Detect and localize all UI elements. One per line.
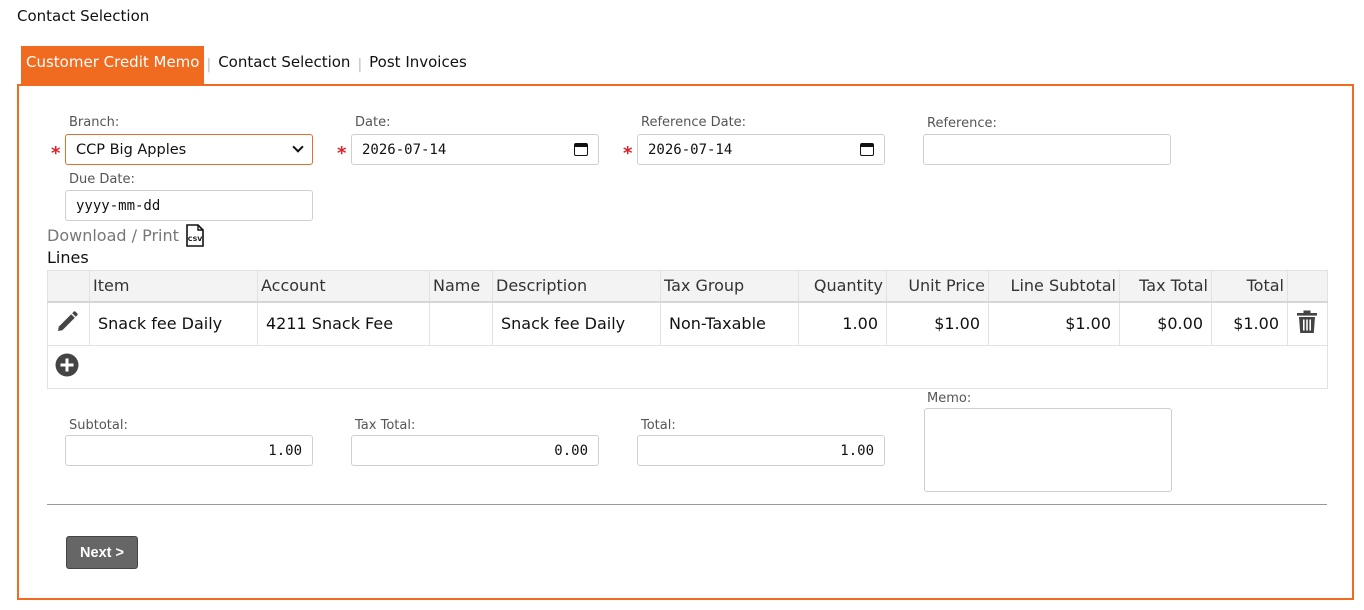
total-field[interactable]: 1.00 [637,435,885,466]
download-print-label: Download / Print [47,226,179,245]
tab-separator: | [206,56,212,73]
memo-label: Memo: [927,391,972,406]
column-header-total[interactable]: Total [1211,270,1288,303]
lines-heading: Lines [47,248,89,267]
pencil-icon[interactable] [55,310,79,334]
add-circle-icon[interactable] [55,353,79,377]
calendar-icon[interactable] [574,143,588,156]
column-header-tax-total[interactable]: Tax Total [1119,270,1212,303]
cell-tax-group: Non-Taxable [660,301,799,346]
required-marker: * [337,143,347,164]
calendar-icon[interactable] [860,143,874,156]
column-header-name[interactable]: Name [429,270,493,303]
trash-icon[interactable] [1296,310,1318,334]
cell-description: Snack fee Daily [492,301,661,346]
csv-file-icon[interactable]: CSV [185,224,205,247]
branch-select-value: CCP Big Apples [76,141,187,158]
lines-table: Item Account Name Description Tax Group … [47,270,1328,389]
column-header-description[interactable]: Description [492,270,661,303]
tab-contact-selection[interactable]: Contact Selection [213,46,355,84]
column-header-edit [47,270,90,303]
reference-date-input[interactable]: 2026-07-14 [637,134,885,165]
reference-date-label: Reference Date: [641,115,747,130]
tab-bar: Customer Credit Memo | Contact Selection… [21,46,472,84]
date-label: Date: [355,115,391,130]
subtotal-field[interactable]: 1.00 [65,435,313,466]
total-label: Total: [641,418,676,433]
tab-separator: | [357,56,363,73]
cell-account: 4211 Snack Fee [257,301,430,346]
add-line-row [47,345,1328,389]
table-row: Snack fee Daily 4211 Snack Fee Snack fee… [47,301,1328,346]
cell-name [429,301,493,346]
reference-date-input-value: 2026-07-14 [648,141,733,158]
subtotal-label: Subtotal: [69,418,128,433]
cell-item: Snack fee Daily [89,301,258,346]
chevron-down-icon [292,141,304,153]
reference-label: Reference: [927,116,997,131]
next-button[interactable]: Next > [66,536,138,569]
column-header-account[interactable]: Account [257,270,430,303]
tab-customer-credit-memo[interactable]: Customer Credit Memo [21,46,205,84]
cell-total: $1.00 [1211,301,1288,346]
column-header-tax-group[interactable]: Tax Group [660,270,799,303]
due-date-label: Due Date: [69,172,135,187]
column-header-delete [1287,270,1328,303]
tab-post-invoices[interactable]: Post Invoices [364,46,472,84]
branch-label: Branch: [69,115,120,130]
column-header-quantity[interactable]: Quantity [798,270,887,303]
download-print-link[interactable]: Download / Print CSV [47,224,205,247]
date-input[interactable]: 2026-07-14 [351,134,599,165]
edit-cell [47,301,90,346]
column-header-unit-price[interactable]: Unit Price [886,270,989,303]
branch-select[interactable]: CCP Big Apples [65,134,313,165]
add-line-cell [47,345,1328,389]
column-header-line-subtotal[interactable]: Line Subtotal [988,270,1120,303]
page-title: Contact Selection [17,7,150,25]
cell-unit-price: $1.00 [886,301,989,346]
required-marker: * [623,143,633,164]
cell-line-subtotal: $1.00 [988,301,1120,346]
cell-tax-total: $0.00 [1119,301,1212,346]
table-header-row: Item Account Name Description Tax Group … [47,270,1328,303]
due-date-input[interactable]: yyyy-mm-dd [65,190,313,221]
memo-textarea[interactable] [924,408,1172,492]
date-input-value: 2026-07-14 [362,141,447,158]
cell-quantity: 1.00 [798,301,887,346]
csv-icon-text: CSV [188,235,203,243]
credit-memo-panel: Branch: * CCP Big Apples Date: * 2026-07… [17,84,1354,600]
column-header-item[interactable]: Item [89,270,258,303]
delete-cell [1287,301,1328,346]
section-divider [47,504,1327,505]
tax-total-field[interactable]: 0.00 [351,435,599,466]
reference-input[interactable] [923,134,1171,165]
required-marker: * [51,143,61,164]
tax-total-label: Tax Total: [355,418,416,433]
